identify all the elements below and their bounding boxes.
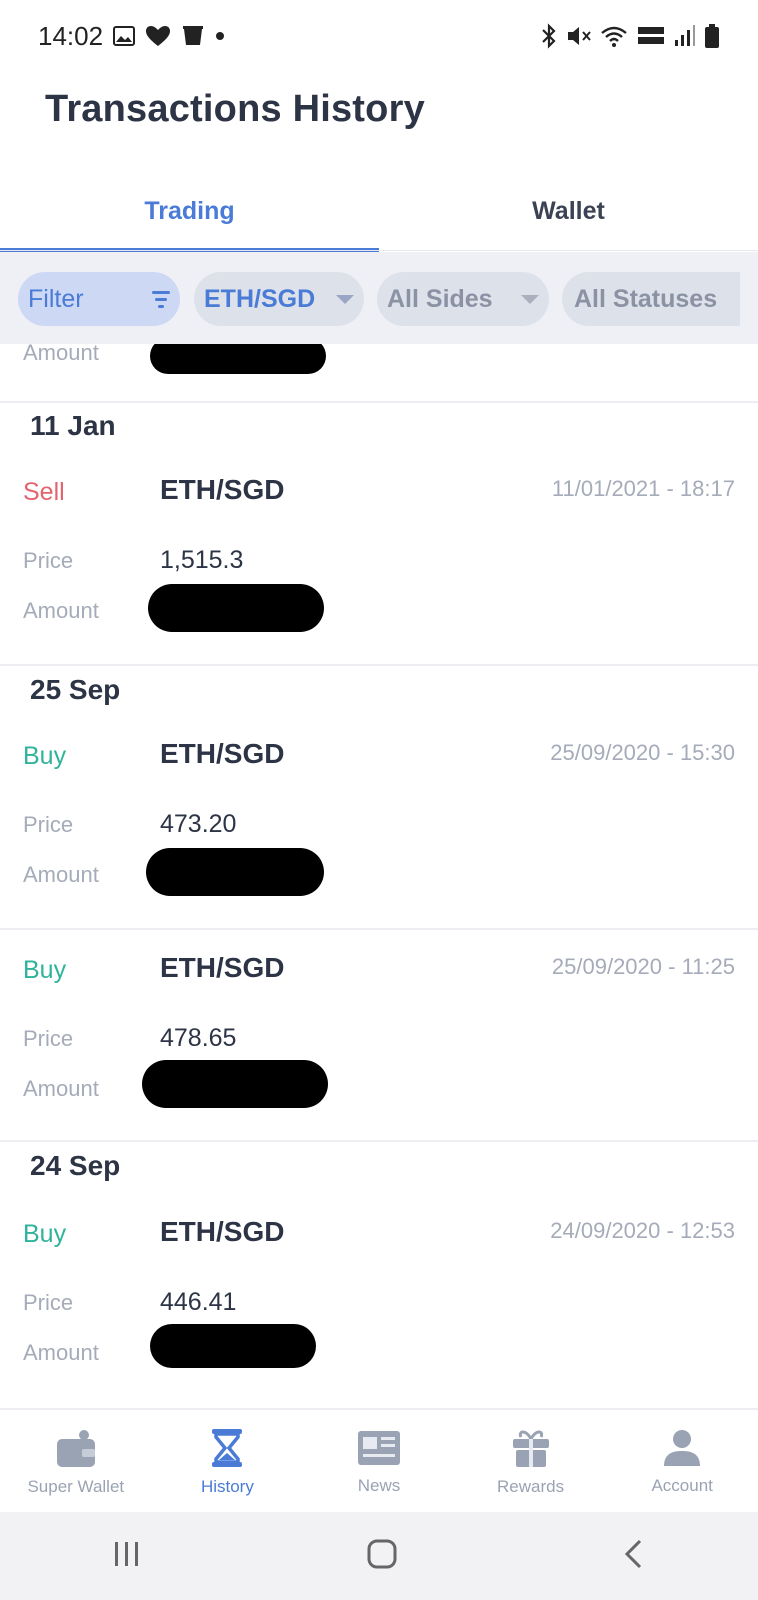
redacted-amount — [142, 1060, 328, 1108]
person-icon — [664, 1430, 701, 1466]
price-label: Price — [23, 812, 74, 837]
nav-label: Account — [651, 1476, 713, 1495]
divider — [0, 664, 758, 666]
nav-rewards[interactable]: Rewards — [455, 1410, 607, 1514]
side-label: Sell — [23, 478, 65, 506]
filter-icon — [152, 290, 170, 308]
system-nav-bar — [0, 1512, 758, 1600]
nav-super-wallet[interactable]: Super Wallet — [0, 1410, 152, 1514]
newspaper-icon — [357, 1431, 400, 1465]
pair-dropdown[interactable]: ETH/SGD — [194, 272, 364, 326]
divider — [0, 401, 758, 403]
price-value: 478.65 — [160, 1024, 237, 1052]
side-label: Buy — [23, 956, 67, 984]
battery-icon — [704, 23, 720, 49]
timestamp: 11/01/2021 - 18:17 — [551, 476, 735, 501]
tab-bar: Trading Wallet — [0, 170, 758, 252]
pair-label: ETH/SGD — [160, 952, 285, 983]
date-header: 25 Sep — [30, 674, 121, 705]
price-value: 446.41 — [160, 1288, 237, 1316]
volte-icon — [636, 23, 666, 49]
side-label: Buy — [23, 1220, 67, 1248]
shop-app-icon — [145, 23, 171, 49]
divider — [0, 1140, 758, 1142]
amount-label: Amount — [23, 344, 99, 365]
divider — [0, 928, 758, 930]
transaction-list[interactable]: Amount 11 Jan Sell ETH/SGD 11/01/2021 - … — [0, 344, 758, 1408]
price-value: 473.20 — [160, 810, 237, 838]
chevron-down-icon — [336, 294, 354, 304]
home-button[interactable] — [366, 1538, 398, 1575]
statuses-dropdown[interactable]: All Statuses — [562, 272, 740, 326]
timestamp: 25/09/2020 - 15:30 — [550, 740, 735, 765]
timestamp: 24/09/2020 - 12:53 — [550, 1218, 735, 1243]
nav-label: Super Wallet — [27, 1477, 125, 1496]
redacted-amount — [150, 344, 326, 374]
price-label: Price — [23, 1290, 74, 1315]
filter-label: Filter — [28, 284, 84, 313]
pair-dropdown-label: ETH/SGD — [204, 284, 316, 313]
pair-label: ETH/SGD — [160, 474, 285, 505]
mute-icon — [566, 23, 592, 49]
recent-apps-icon — [115, 1541, 138, 1566]
sides-dropdown-label: All Sides — [387, 284, 493, 313]
back-icon — [624, 1539, 642, 1568]
pair-label: ETH/SGD — [160, 1216, 285, 1247]
amount-label: Amount — [23, 1340, 99, 1365]
wallet-icon — [56, 1430, 95, 1467]
tab-wallet[interactable]: Wallet — [379, 170, 758, 252]
tab-divider — [0, 250, 758, 251]
amount-label: Amount — [23, 862, 99, 887]
gift-icon — [512, 1430, 549, 1467]
nav-label: News — [357, 1476, 401, 1495]
bluetooth-icon — [540, 23, 558, 49]
timestamp: 25/09/2020 - 11:25 — [551, 954, 735, 979]
gallery-icon — [113, 23, 136, 49]
nav-account[interactable]: Account — [606, 1410, 758, 1514]
amount-label: Amount — [23, 1076, 99, 1101]
nav-history[interactable]: History — [152, 1410, 304, 1514]
notification-dot-icon — [215, 23, 225, 49]
redacted-amount — [150, 1324, 316, 1368]
price-label: Price — [23, 548, 74, 573]
status-bar: 14:02 — [0, 0, 758, 72]
back-button[interactable] — [622, 1538, 646, 1575]
date-header: 11 Jan — [30, 410, 116, 441]
tab-trading[interactable]: Trading — [0, 170, 379, 252]
bottom-nav: Super Wallet History News Rewards Accoun… — [0, 1408, 758, 1514]
sides-dropdown[interactable]: All Sides — [377, 272, 549, 326]
status-left: 14:02 — [38, 21, 225, 52]
date-header: 24 Sep — [30, 1150, 121, 1181]
page-title: Transactions History — [45, 88, 425, 130]
pair-label: ETH/SGD — [160, 738, 285, 769]
nav-label: Rewards — [497, 1477, 565, 1496]
nav-news[interactable]: News — [303, 1410, 455, 1514]
price-value: 1,515.3 — [160, 546, 244, 574]
status-time: 14:02 — [38, 20, 104, 51]
side-label: Buy — [23, 742, 67, 770]
recent-apps-button[interactable] — [112, 1540, 142, 1573]
filter-bar: Filter ETH/SGD All Sides All Statuses — [0, 252, 758, 344]
chevron-down-icon — [521, 294, 539, 304]
status-right — [540, 23, 720, 49]
filter-button[interactable]: Filter — [18, 272, 180, 326]
home-icon — [367, 1539, 397, 1568]
signal-icon — [674, 23, 696, 49]
game-app-icon — [181, 23, 205, 49]
amount-label: Amount — [23, 598, 99, 623]
statuses-dropdown-label: All Statuses — [574, 284, 718, 313]
hourglass-icon — [212, 1429, 243, 1467]
wifi-icon — [600, 23, 628, 49]
redacted-amount — [148, 584, 324, 632]
nav-label: History — [200, 1477, 254, 1496]
price-label: Price — [23, 1026, 74, 1051]
redacted-amount — [146, 848, 324, 896]
